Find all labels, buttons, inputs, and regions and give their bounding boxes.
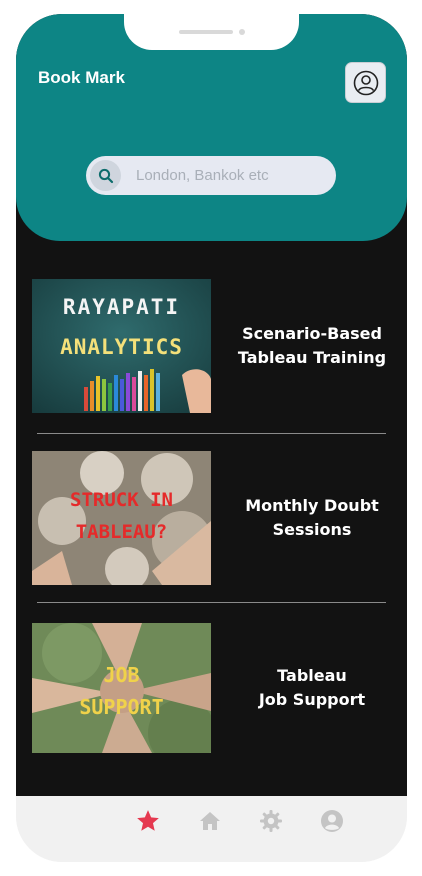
speaker <box>179 30 233 34</box>
card-image-2-line2: TABLEAU? <box>75 521 168 543</box>
card-image-1-line1: RAYAPATI <box>62 295 181 319</box>
divider-2 <box>37 602 386 603</box>
course-card-2[interactable]: STRUCK IN TABLEAU? Monthly Doubt Session… <box>32 451 391 585</box>
bottom-tab-bar <box>16 796 407 862</box>
notch <box>124 14 299 50</box>
divider-1 <box>37 433 386 434</box>
card-image-1: RAYAPATI ANALYTICS <box>32 279 211 413</box>
doubt-image <box>32 451 211 585</box>
search-icon <box>98 168 113 183</box>
course-card-3[interactable]: JOB SUPPORT Tableau Job Support <box>32 623 391 757</box>
user-circle-icon <box>353 70 378 95</box>
course-card-1[interactable]: RAYAPATI ANALYTICS Scenario-Based Tablea… <box>32 279 391 413</box>
card-image-3-line1: JOB <box>103 663 140 687</box>
header: Book Mark <box>16 14 407 241</box>
card-image-3: JOB SUPPORT <box>32 623 211 753</box>
card-title-2: Monthly Doubt Sessions <box>245 496 379 539</box>
user-icon <box>321 810 343 832</box>
card-title-1: Scenario-Based Tableau Training <box>237 324 387 367</box>
search-button[interactable] <box>90 160 121 191</box>
tab-bookmark[interactable] <box>135 808 161 834</box>
page-title: Book Mark <box>38 68 125 87</box>
home-icon <box>200 812 220 830</box>
search-bar <box>86 156 336 195</box>
card-image-2-line1: STRUCK IN <box>70 489 173 511</box>
tab-home[interactable] <box>197 808 223 834</box>
card-title-3: Tableau Job Support <box>258 666 366 709</box>
tab-settings[interactable] <box>258 808 284 834</box>
gear-icon <box>260 810 282 832</box>
card-image-2: STRUCK IN TABLEAU? <box>32 451 211 585</box>
profile-button[interactable] <box>345 62 386 103</box>
search-input[interactable] <box>136 156 326 195</box>
card-image-1-line2: ANALYTICS <box>60 335 183 359</box>
camera <box>239 29 245 35</box>
tab-profile[interactable] <box>319 808 345 834</box>
screen: Book Mark London, Bankok etc RAYAPATI AN… <box>16 14 407 796</box>
card-image-3-line2: SUPPORT <box>79 695 164 719</box>
phone-frame: Book Mark London, Bankok etc RAYAPATI AN… <box>16 14 407 862</box>
star-icon <box>137 810 159 831</box>
job-support-image <box>32 623 211 753</box>
